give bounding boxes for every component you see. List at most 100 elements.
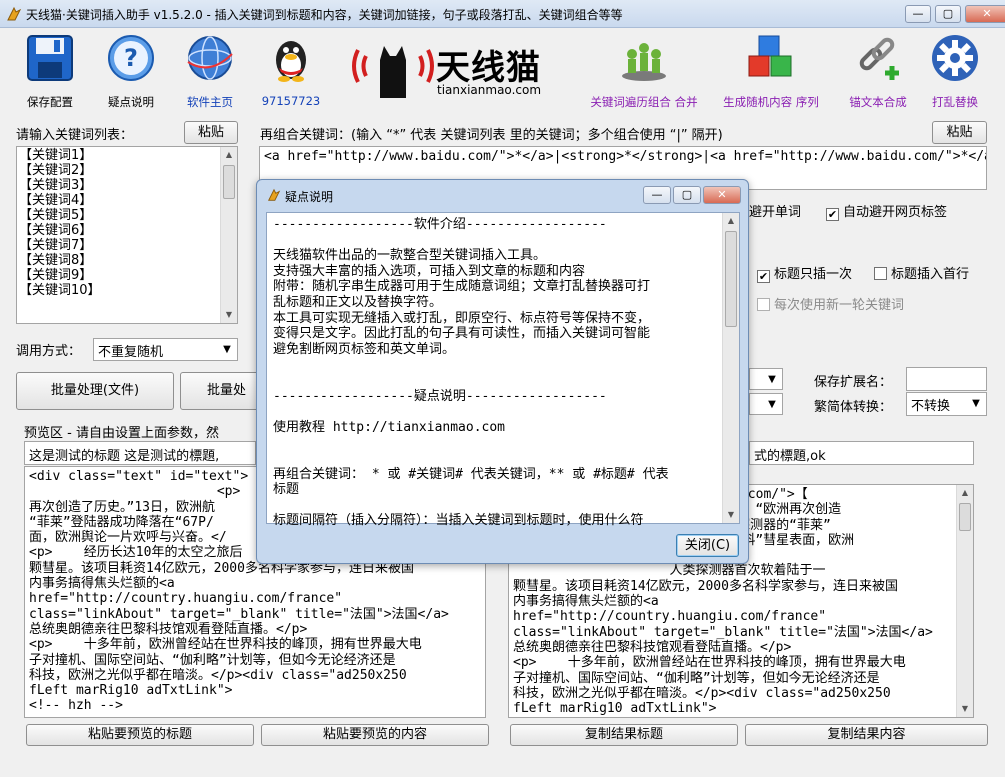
copy-result-title-button[interactable]: 复制结果标题 [510, 724, 738, 746]
chevron-down-icon: ▼ [768, 399, 776, 410]
preview-label: 预览区 - 请自由设置上面参数，然 [24, 426, 219, 441]
scroll-down-icon[interactable]: ▼ [957, 701, 973, 717]
scroll-down-icon[interactable]: ▼ [723, 507, 739, 523]
scroll-up-icon[interactable]: ▲ [957, 485, 973, 501]
qq-penguin-icon [276, 41, 306, 82]
minimize-button[interactable]: — [905, 5, 931, 23]
faq-button[interactable]: ? 疑点说明 [91, 30, 171, 112]
dialog-scrollbar[interactable]: ▲ ▼ [722, 213, 739, 523]
call-mode-value: 不重复随机 [98, 345, 164, 360]
faq-label: 疑点说明 [108, 95, 154, 109]
partial-select-1[interactable]: ▼ [749, 368, 783, 390]
keyword-list-item: 【关键词1】 [19, 148, 93, 163]
combo-keywords-value: <a href="http://www.baidu.com/">*</a>|<s… [264, 149, 986, 164]
random-content-label: 生成随机内容 序列 [723, 95, 819, 109]
keyword-list-item: 【关键词2】 [19, 163, 93, 178]
scroll-thumb[interactable] [959, 503, 971, 531]
keyword-list-item: 【关键词9】 [19, 268, 93, 283]
result-title-value: 式的標題,ok [754, 449, 826, 464]
save-ext-input[interactable] [906, 367, 987, 391]
call-mode-select[interactable]: 不重复随机 ▼ [93, 338, 238, 361]
app-icon [268, 188, 281, 201]
save-ext-label: 保存扩展名： [814, 375, 893, 390]
scroll-up-icon[interactable]: ▲ [723, 213, 739, 229]
new-round-label: 每次使用新一轮关键词 [774, 298, 905, 313]
scroll-down-icon[interactable]: ▼ [221, 307, 237, 323]
call-mode-label: 调用方式： [16, 344, 82, 359]
preview-title-input[interactable]: 这是测试的标题 这是测试的標題, [24, 441, 256, 465]
dialog-content[interactable]: ------------------软件介绍------------------… [266, 212, 740, 528]
partial-select-2[interactable]: ▼ [749, 393, 783, 415]
globe-icon [187, 36, 233, 80]
result-content-scrollbar[interactable]: ▲ ▼ [956, 485, 973, 717]
keyword-list-item: 【关键词10】 [19, 283, 101, 298]
save-config-button[interactable]: 保存配置 [10, 30, 90, 112]
title-first-option[interactable]: 标题插入首行 [874, 263, 969, 282]
scroll-thumb[interactable] [725, 231, 737, 327]
dialog-minimize-button[interactable]: — [643, 186, 671, 204]
dialog-text: ------------------软件介绍------------------… [273, 217, 669, 529]
shuffle-replace-label: 打乱替换 [932, 95, 978, 109]
people-group-icon [622, 43, 666, 81]
dialog-close-button[interactable]: ✕ [703, 186, 741, 204]
dialog-maximize-button[interactable]: ▢ [673, 186, 701, 204]
qq-button[interactable]: 97157723 [251, 30, 331, 112]
scroll-up-icon[interactable]: ▲ [221, 147, 237, 163]
avoid-tag-option[interactable]: ✔ 自动避开网页标签 [826, 201, 947, 221]
checkbox-checked-icon[interactable]: ✔ [757, 270, 770, 283]
keyword-list-textarea[interactable]: 【关键词1】 【关键词2】 【关键词3】 【关键词4】 【关键词5】 【关键词6】 【关键词… [16, 146, 238, 324]
brand-name: 天线猫 [436, 48, 541, 88]
brand-url: tianxianmao.com [437, 83, 542, 97]
title-once-label: 标题只插一次 [774, 267, 853, 282]
keyword-list-item: 【关键词5】 [19, 208, 93, 223]
avoid-word-label: 避开单词 [749, 205, 802, 220]
dialog-close-action-button[interactable]: 关闭(C) [676, 534, 739, 557]
batch-process-file-button[interactable]: 批量处理(文件) [16, 372, 174, 410]
title-once-option[interactable]: ✔ 标题只插一次 [757, 263, 852, 283]
checkbox-unchecked-icon[interactable] [874, 267, 887, 280]
cat-antenna-logo-icon [352, 46, 434, 98]
shuffle-replace-button[interactable]: 打乱替换 [915, 30, 995, 112]
convert-select[interactable]: 不转换 ▼ [906, 392, 987, 416]
keyword-list-label: 请输入关键词列表： [16, 128, 134, 143]
window-title: 天线猫·关键词插入助手 v1.5.2.0 - 插入关键词到标题和内容，关键词加链… [26, 8, 623, 22]
close-button[interactable]: ✕ [965, 5, 1005, 23]
batch-process-button[interactable]: 批量处 [180, 372, 260, 410]
brand-logo[interactable]: 天线猫 tianxianmao.com [348, 36, 558, 102]
checkbox-disabled-icon[interactable] [757, 298, 770, 311]
dialog-title: 疑点说明 [285, 190, 334, 204]
convert-value: 不转换 [911, 399, 951, 414]
faq-dialog: 疑点说明 — ▢ ✕ ------------------软件介绍-------… [256, 179, 749, 564]
keyword-list-item: 【关键词3】 [19, 178, 93, 193]
anchor-text-label: 锚文本合成 [849, 95, 907, 109]
combo-keywords-label: 再组合关键词：(输入 “*” 代表 关键词列表 里的关键词；多个组合使用 “|”… [260, 128, 723, 143]
anchor-text-button[interactable]: 锚文本合成 [838, 30, 918, 112]
avoid-tag-label: 自动避开网页标签 [843, 205, 948, 220]
title-bar: 天线猫·关键词插入助手 v1.5.2.0 - 插入关键词到标题和内容，关键词加链… [0, 0, 1005, 28]
keyword-list-item: 【关键词6】 [19, 223, 93, 238]
chevron-down-icon: ▼ [972, 398, 980, 409]
paste-preview-title-button[interactable]: 粘贴要预览的标题 [26, 724, 254, 746]
convert-label: 繁简体转换： [814, 400, 893, 415]
new-round-option[interactable]: 每次使用新一轮关键词 [757, 294, 904, 313]
qq-number-label: 97157723 [261, 94, 321, 108]
paste-keywords-button[interactable]: 粘贴 [184, 121, 238, 144]
svg-text:?: ? [124, 44, 138, 72]
gear-icon [932, 35, 978, 81]
floppy-disk-icon [27, 35, 73, 81]
result-title-input[interactable]: 式的標題,ok [749, 441, 974, 465]
maximize-button[interactable]: ▢ [935, 5, 961, 23]
chevron-down-icon: ▼ [223, 344, 231, 355]
keyword-traverse-label: 关键词遍历组合 合并 [590, 95, 698, 109]
scroll-thumb[interactable] [223, 165, 235, 199]
title-first-label: 标题插入首行 [891, 267, 970, 282]
avoid-word-option[interactable]: 避开单词 [749, 201, 801, 220]
checkbox-checked-icon[interactable]: ✔ [826, 208, 839, 221]
random-content-button[interactable]: 生成随机内容 序列 [718, 30, 824, 112]
keyword-list-scrollbar[interactable]: ▲ ▼ [220, 147, 237, 323]
copy-result-content-button[interactable]: 复制结果内容 [745, 724, 988, 746]
paste-combo-button[interactable]: 粘贴 [932, 121, 987, 144]
paste-preview-content-button[interactable]: 粘贴要预览的内容 [261, 724, 489, 746]
homepage-button[interactable]: 软件主页 [170, 30, 250, 112]
keyword-traverse-button[interactable]: 关键词遍历组合 合并 [586, 30, 702, 112]
